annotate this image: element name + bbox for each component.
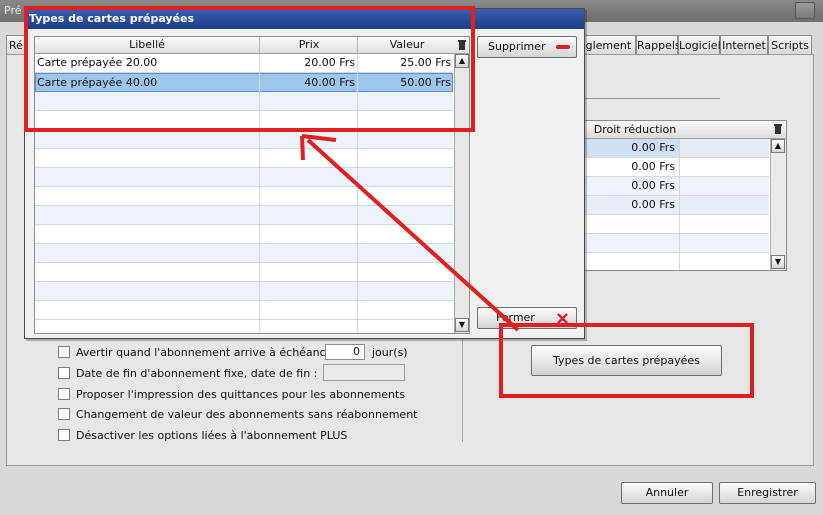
tab-left[interactable]: Ré (6, 35, 26, 55)
trash-icon[interactable] (773, 123, 783, 135)
window-close-button[interactable] (795, 2, 815, 19)
scroll-up-icon[interactable]: ▲ (771, 139, 785, 153)
end-date-input[interactable] (323, 364, 405, 381)
table-row[interactable] (35, 206, 453, 225)
table-row[interactable] (35, 168, 453, 187)
delete-label: Supprimer (488, 40, 546, 53)
delete-button[interactable]: Supprimer (477, 36, 577, 58)
save-button[interactable]: Enregistrer (719, 482, 816, 504)
option-label: Avertir quand l'abonnement arrive à éché… (76, 346, 340, 359)
checkbox-avertir[interactable] (58, 346, 70, 358)
column-header-droit-reduction[interactable]: Droit réduction (575, 123, 695, 136)
highlight-box-dialog (24, 6, 475, 132)
cell-reduction: 0.00 Frs (631, 198, 675, 211)
days-input[interactable]: 0 (325, 344, 365, 360)
checkbox-desactiver-plus[interactable] (58, 429, 70, 441)
table-row[interactable] (35, 301, 453, 320)
cancel-button[interactable]: Annuler (621, 482, 713, 504)
table-row[interactable] (35, 187, 453, 206)
days-suffix: jour(s) (372, 346, 408, 359)
table-row[interactable] (35, 130, 453, 149)
tab-rappels[interactable]: Rappels (636, 35, 681, 55)
preferences-title: Pré (4, 4, 22, 17)
table-row[interactable] (35, 149, 453, 168)
cell-reduction: 0.00 Frs (631, 160, 675, 173)
tab-internet[interactable]: Internet (720, 35, 768, 55)
option-label: Date de fin d'abonnement fixe, date de f… (76, 367, 318, 380)
checkbox-quittances[interactable] (58, 388, 70, 400)
tab-scripts[interactable]: Scripts (768, 35, 812, 55)
highlight-box-types-button (499, 323, 754, 398)
scroll-down-icon[interactable]: ▼ (771, 255, 785, 269)
table-row[interactable] (35, 263, 453, 282)
cell-reduction: 0.00 Frs (631, 179, 675, 192)
cell-reduction: 0.00 Frs (581, 139, 679, 157)
option-label: Désactiver les options liées à l'abonnem… (76, 429, 348, 442)
table-row[interactable] (35, 282, 453, 301)
divider (582, 98, 720, 99)
table-row[interactable] (35, 244, 453, 263)
vertical-divider (462, 330, 463, 442)
option-label: Proposer l'impression des quittances pou… (76, 388, 406, 401)
checkbox-changement-valeur[interactable] (58, 408, 70, 420)
scroll-down-icon[interactable]: ▼ (455, 318, 469, 332)
minus-icon (556, 45, 570, 49)
option-label: Changement de valeur des abonnements san… (76, 408, 418, 421)
table-row[interactable] (35, 225, 453, 244)
column-divider (679, 139, 680, 270)
tab-logiciel[interactable]: Logiciel (678, 35, 721, 55)
checkbox-date-fin[interactable] (58, 367, 70, 379)
scrollbar[interactable]: ▲ ▼ (770, 139, 786, 270)
